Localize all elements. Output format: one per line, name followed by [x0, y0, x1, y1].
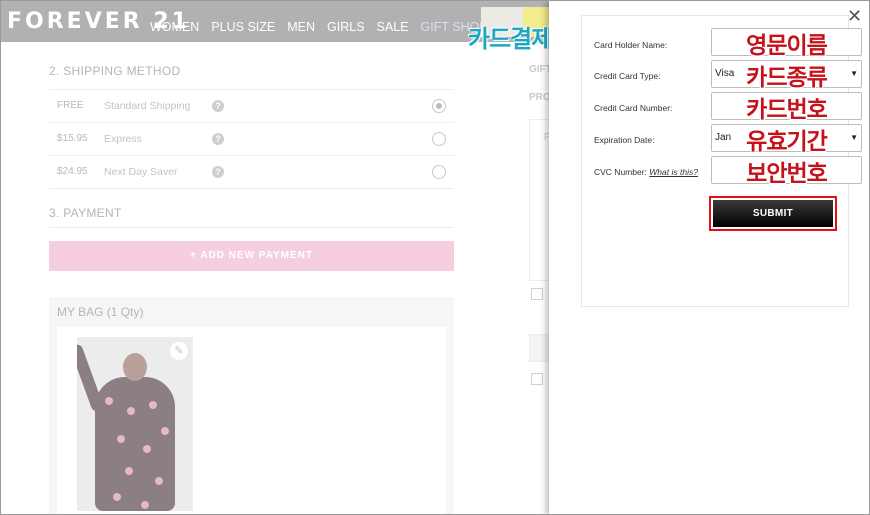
edit-icon[interactable]: ✎ — [170, 342, 188, 360]
card-number-label: Credit Card Number: — [594, 103, 673, 113]
shipping-name: Express — [104, 133, 142, 145]
main-nav: WOMEN PLUS SIZE MEN GIRLS SALE GIFT SHOP — [150, 20, 500, 34]
expiration-annotation: 유효기간 — [746, 128, 828, 154]
shipping-name: Standard Shipping — [104, 100, 191, 112]
shipping-radio[interactable] — [432, 132, 446, 146]
promo-label: PRO — [529, 92, 549, 103]
summary-button[interactable] — [529, 334, 549, 362]
card-number-annotation: 카드번호 — [746, 96, 828, 122]
checkbox[interactable] — [531, 373, 543, 385]
card-type-annotation: 카드종류 — [746, 64, 828, 90]
cvc-label-text: CVC Number: — [594, 167, 647, 177]
submit-button[interactable]: SUBMIT — [713, 200, 833, 227]
shipping-price: FREE — [57, 100, 84, 111]
model-head — [123, 353, 147, 381]
dress-shape — [95, 377, 175, 511]
nav-men[interactable]: MEN — [287, 20, 315, 34]
site-header: FOREVER 21 WOMEN PLUS SIZE MEN GIRLS SAL… — [1, 1, 549, 42]
my-bag-title: MY BAG (1 Qty) — [57, 305, 144, 319]
shipping-radio[interactable] — [432, 99, 446, 113]
product-image[interactable]: ✎ — [77, 337, 193, 511]
cvc-label: CVC Number: What is this? — [594, 167, 698, 177]
card-number-input[interactable]: 카드번호 — [711, 92, 862, 122]
card-holder-label: Card Holder Name: — [594, 40, 668, 50]
close-icon[interactable]: ✕ — [847, 7, 862, 25]
shipping-option-express[interactable]: $15.95 Express ? — [49, 122, 454, 156]
nav-plus-size[interactable]: PLUS SIZE — [211, 20, 275, 34]
cvc-input[interactable]: 보안번호 — [711, 156, 862, 186]
card-holder-input[interactable]: 영문이름 — [711, 28, 862, 58]
nav-girls[interactable]: GIRLS — [327, 20, 365, 34]
nav-sale[interactable]: SALE — [377, 20, 409, 34]
help-icon[interactable]: ? — [212, 166, 224, 178]
name-annotation: 영문이름 — [746, 32, 828, 58]
card-type-label: Credit Card Type: — [594, 71, 661, 81]
help-icon[interactable]: ? — [212, 100, 224, 112]
shipping-method-title: 2. SHIPPING METHOD — [49, 64, 181, 78]
expiration-select[interactable]: Jan ▼ 유효기간 — [711, 124, 862, 154]
my-bag: MY BAG (1 Qty) ✎ — [49, 297, 454, 514]
nav-women[interactable]: WOMEN — [150, 20, 199, 34]
checkout-main: 2. SHIPPING METHOD FREE Standard Shippin… — [1, 42, 549, 514]
checkbox[interactable] — [531, 288, 543, 300]
shipping-option-next-day[interactable]: $24.95 Next Day Saver ? — [49, 155, 454, 189]
cvc-annotation: 보안번호 — [746, 160, 828, 186]
shipping-name: Next Day Saver — [104, 166, 178, 178]
order-summary-column: GIFT PRO F — [529, 42, 549, 514]
bag-item: ✎ — [57, 327, 446, 514]
browser-frame: FOREVER 21 WOMEN PLUS SIZE MEN GIRLS SAL… — [0, 0, 870, 515]
promo-box: F — [529, 119, 549, 281]
what-is-this-link[interactable]: What is this? — [649, 167, 698, 177]
shipping-option-free[interactable]: FREE Standard Shipping ? — [49, 89, 454, 123]
add-new-payment-button[interactable]: + ADD NEW PAYMENT — [49, 241, 454, 271]
payment-title: 3. PAYMENT — [49, 206, 122, 220]
submit-highlight: SUBMIT — [709, 196, 837, 231]
card-form: Card Holder Name: 영문이름 Credit Card Type:… — [581, 15, 862, 307]
divider — [49, 188, 454, 189]
gift-label: GIFT — [529, 64, 549, 75]
shipping-price: $24.95 — [57, 166, 88, 177]
divider — [49, 227, 454, 228]
expiration-label: Expiration Date: — [594, 135, 655, 145]
shipping-radio[interactable] — [432, 165, 446, 179]
help-icon[interactable]: ? — [212, 133, 224, 145]
payment-modal: ✕ Card Holder Name: 영문이름 Credit Card Typ… — [549, 1, 869, 514]
card-type-select[interactable]: Visa ▼ 카드종류 — [711, 60, 862, 90]
shipping-price: $15.95 — [57, 133, 88, 144]
